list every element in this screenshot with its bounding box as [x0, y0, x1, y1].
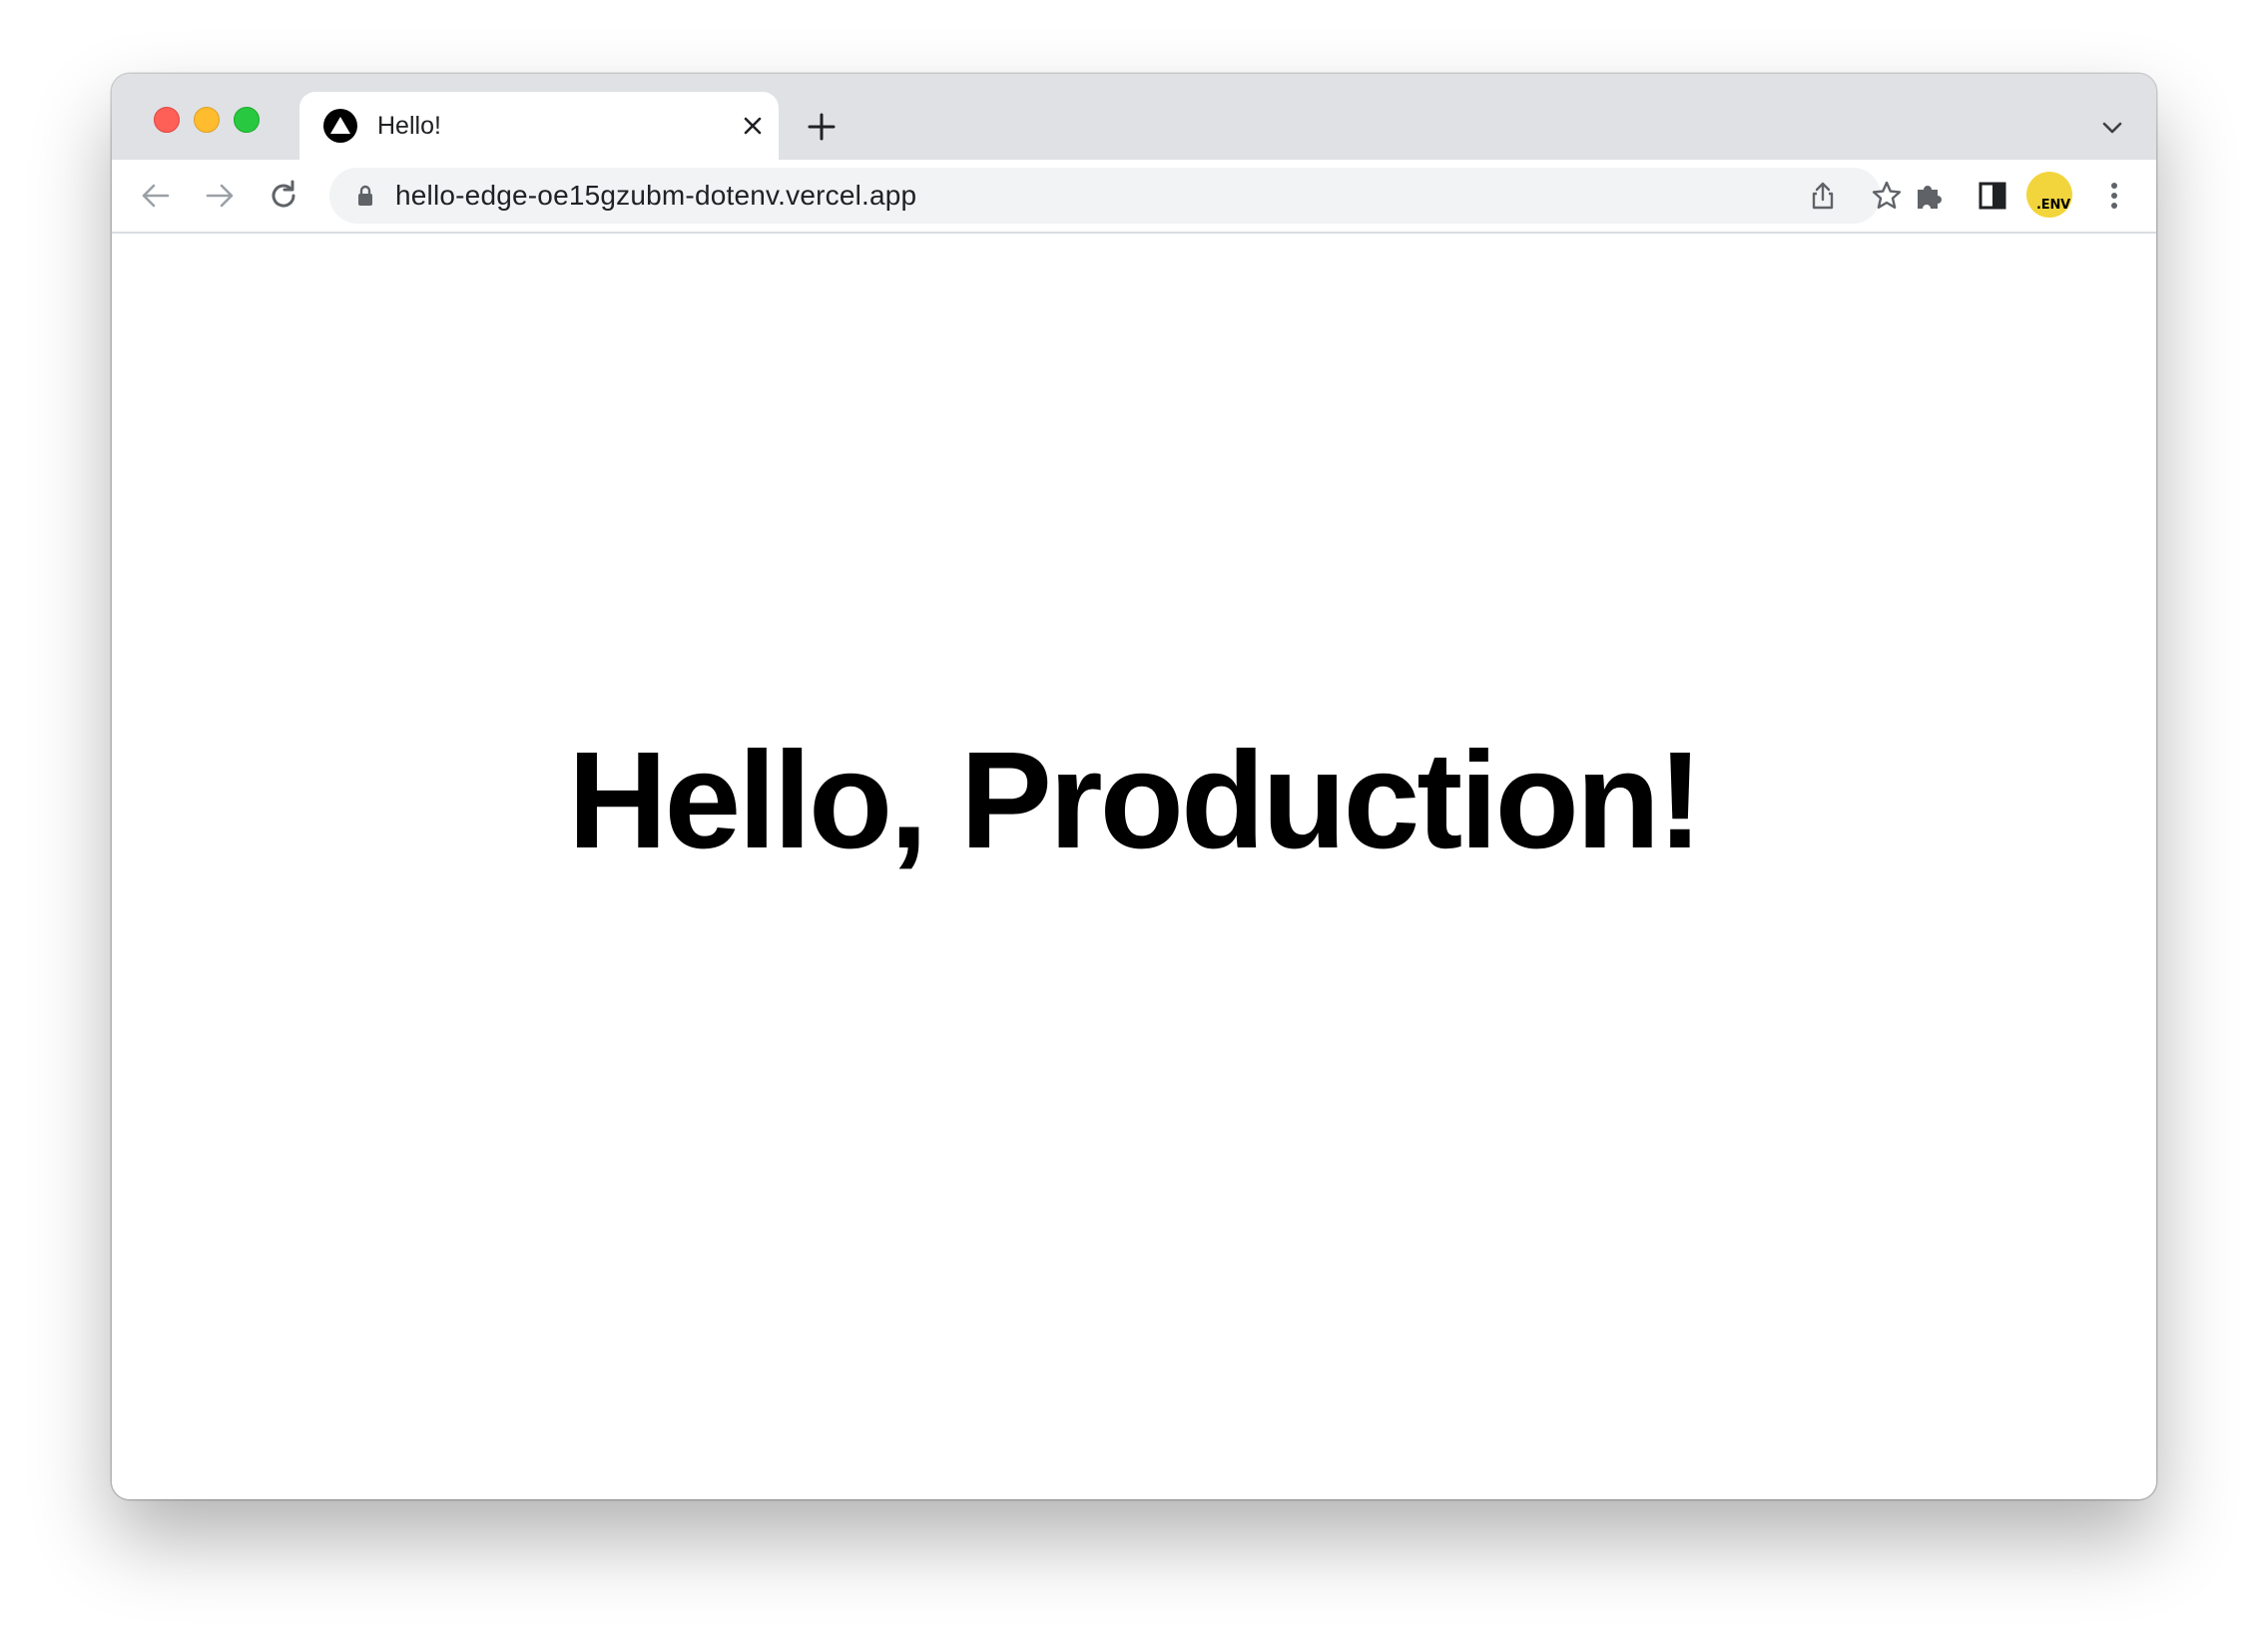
bookmark-star-icon[interactable]	[1871, 180, 1903, 212]
tab-strip: Hello!	[112, 74, 2156, 160]
close-tab-icon[interactable]	[739, 112, 767, 140]
address-bar[interactable]: hello-edge-oe15gzubm-dotenv.vercel.app	[329, 168, 1902, 224]
vercel-triangle-icon	[323, 109, 357, 143]
tab-hello[interactable]: Hello!	[299, 92, 779, 160]
side-panel-icon[interactable]	[1973, 176, 2012, 216]
browser-window: Hello! hello-edge-oe15gzubm-dotenv.verce…	[112, 74, 2156, 1499]
forward-arrow-icon[interactable]	[200, 176, 240, 216]
url-text: hello-edge-oe15gzubm-dotenv.vercel.app	[395, 180, 917, 211]
reload-icon[interactable]	[264, 176, 303, 216]
extensions-puzzle-icon[interactable]	[1909, 176, 1949, 216]
tab-title: Hello!	[377, 112, 441, 140]
avatar-label: .ENV	[2036, 198, 2070, 213]
kebab-menu-icon[interactable]	[2094, 176, 2134, 216]
chevron-down-icon[interactable]	[2098, 114, 2126, 142]
share-icon[interactable]	[1807, 180, 1839, 212]
back-arrow-icon[interactable]	[136, 176, 176, 216]
lock-icon[interactable]	[351, 182, 379, 210]
screen: Hello! hello-edge-oe15gzubm-dotenv.verce…	[0, 0, 2268, 1647]
profile-avatar[interactable]: .ENV	[2026, 172, 2072, 218]
minimize-window-button[interactable]	[194, 107, 220, 133]
close-window-button[interactable]	[154, 107, 180, 133]
page-heading: Hello, Production!	[567, 724, 1703, 877]
page-content: Hello, Production!	[112, 234, 2156, 1499]
browser-toolbar: hello-edge-oe15gzubm-dotenv.vercel.app .…	[112, 160, 2156, 234]
zoom-window-button[interactable]	[234, 107, 260, 133]
new-tab-icon[interactable]	[805, 110, 839, 144]
